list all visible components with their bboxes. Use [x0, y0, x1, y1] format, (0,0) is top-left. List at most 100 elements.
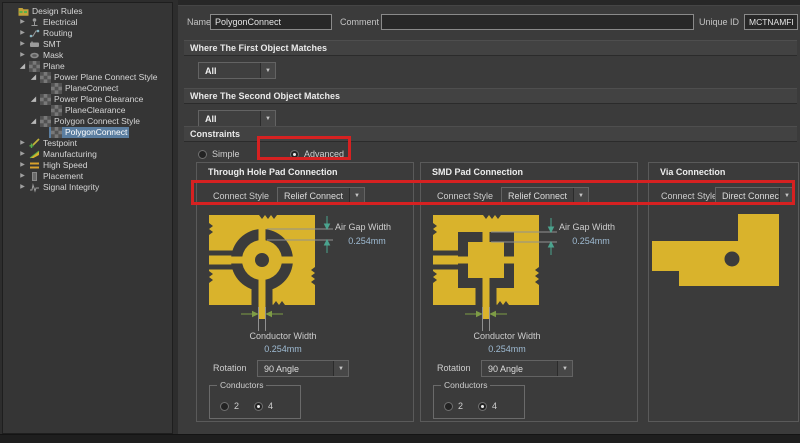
radio-conductors-2[interactable]: 2: [444, 398, 463, 414]
routing-icon: [29, 28, 40, 39]
through-hole-rotation-dropdown[interactable]: 90 Angle ▼: [257, 360, 349, 377]
smt-icon: [29, 39, 40, 50]
tree-item-power-plane-connect-style[interactable]: ◢ Power Plane Connect Style: [3, 72, 172, 83]
tree-item-smt[interactable]: ▶ SMT: [3, 39, 172, 50]
tree-item-placement[interactable]: ▶Placement: [3, 171, 172, 182]
rule-icon: [40, 94, 51, 105]
smd-pad-connection-panel: SMD Pad Connection Connect Style Relief …: [420, 162, 638, 422]
air-gap-width-value: 0.254mm: [335, 236, 399, 246]
tree-item-polygon-connect-style[interactable]: ◢Polygon Connect Style: [3, 116, 172, 127]
radio-advanced-circle[interactable]: [290, 150, 299, 159]
comment-label: Comment: [340, 14, 379, 30]
design-rules-icon: [18, 6, 29, 17]
name-input[interactable]: [210, 14, 332, 30]
conductor-width-label: Conductor Width: [233, 331, 333, 341]
first-object-scope-dropdown[interactable]: All ▼: [198, 62, 276, 79]
expand-arrow-icon[interactable]: ▶: [18, 149, 27, 160]
high-speed-icon: [29, 160, 40, 171]
tree-item-manufacturing[interactable]: ▶Manufacturing: [3, 149, 172, 160]
smd-rotation-dropdown[interactable]: 90 Angle ▼: [481, 360, 573, 377]
placement-icon: [29, 171, 40, 182]
tree-item-routing[interactable]: ▶ Routing: [3, 28, 172, 39]
expand-arrow-icon[interactable]: ▶: [18, 160, 27, 171]
expand-arrow-icon[interactable]: ▶: [18, 182, 27, 193]
tree-item-planeconnect[interactable]: PlaneConnect: [3, 83, 172, 94]
expand-arrow-icon[interactable]: ▶: [18, 39, 27, 50]
radio-simple[interactable]: Simple: [198, 146, 240, 162]
expand-arrow-icon[interactable]: ▶: [18, 138, 27, 149]
tree-item-label: Routing: [43, 28, 72, 39]
air-gap-width-label: Air Gap Width: [559, 222, 615, 232]
radio-advanced[interactable]: Advanced: [290, 146, 344, 162]
tree-item-mask[interactable]: ▶ Mask: [3, 50, 172, 61]
bottom-strip: [0, 434, 800, 443]
connect-style-label: Connect Style: [437, 191, 493, 201]
chevron-down-icon: ▼: [260, 111, 275, 126]
tree-item-label: SMT: [43, 39, 61, 50]
via-connect-style-dropdown[interactable]: Direct Connect ▼: [715, 187, 795, 204]
plane-icon: [29, 61, 40, 72]
unique-id-input[interactable]: [744, 14, 798, 30]
comment-input[interactable]: [381, 14, 694, 30]
second-object-scope-dropdown[interactable]: All ▼: [198, 110, 276, 127]
chevron-down-icon: ▼: [333, 361, 348, 376]
tree-item-label: PolygonConnect: [65, 127, 127, 138]
conductor-width-value: 0.254mm: [457, 344, 557, 354]
expand-arrow-icon[interactable]: ▶: [18, 50, 27, 61]
conductors-label: Conductors: [217, 380, 266, 390]
tree-item-signal-integrity[interactable]: ▶Signal Integrity: [3, 182, 172, 193]
connect-style-label: Connect Style: [213, 191, 269, 201]
conductor-width-value: 0.254mm: [233, 344, 333, 354]
radio-simple-circle[interactable]: [198, 150, 207, 159]
tree-item-polygonconnect[interactable]: PolygonConnect: [3, 127, 172, 138]
expand-arrow-icon[interactable]: ▶: [18, 17, 27, 28]
tree-item-label: High Speed: [43, 160, 87, 171]
tree-item-planeclearance[interactable]: PlaneClearance: [3, 105, 172, 116]
tree-item-electrical[interactable]: ▶Electrical: [3, 17, 172, 28]
second-object-matches-header: Where The Second Object Matches: [184, 88, 797, 104]
chevron-down-icon: ▼: [557, 361, 572, 376]
manufacturing-icon: [29, 149, 40, 160]
tree-item-label: Mask: [43, 50, 63, 61]
collapse-arrow-icon[interactable]: ◢: [29, 94, 38, 105]
conductors-group: Conductors 2 4: [209, 385, 301, 419]
tree-item-label: PlaneClearance: [65, 105, 125, 116]
collapse-arrow-icon[interactable]: ◢: [29, 116, 38, 127]
chevron-down-icon: ▼: [260, 63, 275, 78]
rule-icon: [51, 105, 62, 116]
radio-conductors-2[interactable]: 2: [220, 398, 239, 414]
constraints-header: Constraints: [184, 126, 797, 142]
tree-item-power-plane-clearance[interactable]: ◢Power Plane Clearance: [3, 94, 172, 105]
tree-item-label: Testpoint: [43, 138, 77, 149]
conductor-width-label: Conductor Width: [457, 331, 557, 341]
design-rules-tree-panel: Design Rules▶Electrical▶Routing▶SMT▶Mask…: [2, 2, 173, 434]
connect-style-label: Connect Style: [661, 191, 717, 201]
tree-item-label: Plane: [43, 61, 65, 72]
radio-conductors-4[interactable]: 4: [478, 398, 497, 414]
collapse-arrow-icon[interactable]: ◢: [29, 72, 38, 83]
name-label: Name: [187, 14, 211, 30]
rule-icon: [51, 83, 62, 94]
design-rules-dialog: { "tree": { "items": [ {"label":"Design …: [0, 0, 800, 443]
chevron-down-icon: ▼: [573, 188, 588, 203]
unique-id-label: Unique ID: [699, 14, 739, 30]
expand-arrow-icon[interactable]: ▶: [18, 171, 27, 182]
via-connection-panel: Via Connection Connect Style Direct Conn…: [648, 162, 799, 422]
smd-connect-style-dropdown[interactable]: Relief Connect ▼: [501, 187, 589, 204]
mask-icon: [29, 50, 40, 61]
through-hole-connect-style-dropdown[interactable]: Relief Connect ▼: [277, 187, 365, 204]
collapse-arrow-icon[interactable]: ◢: [18, 61, 27, 72]
rule-icon: [40, 72, 51, 83]
tree-item-testpoint[interactable]: ▶ Testpoint: [3, 138, 172, 149]
tree-item-label: Power Plane Connect Style: [54, 72, 157, 83]
signal-integrity-icon: [29, 182, 40, 193]
chevron-down-icon: ▼: [349, 188, 364, 203]
tree-item-high-speed[interactable]: ▶ High Speed: [3, 160, 172, 171]
rule-editor-panel: Name Comment Unique ID Where The First O…: [178, 0, 800, 434]
first-object-matches-header: Where The First Object Matches: [184, 40, 797, 56]
tree-item-plane[interactable]: ◢ Plane: [3, 61, 172, 72]
chevron-down-icon: ▼: [779, 188, 794, 203]
expand-arrow-icon[interactable]: ▶: [18, 28, 27, 39]
radio-conductors-4[interactable]: 4: [254, 398, 273, 414]
tree-item-design-rules[interactable]: Design Rules: [3, 6, 172, 17]
